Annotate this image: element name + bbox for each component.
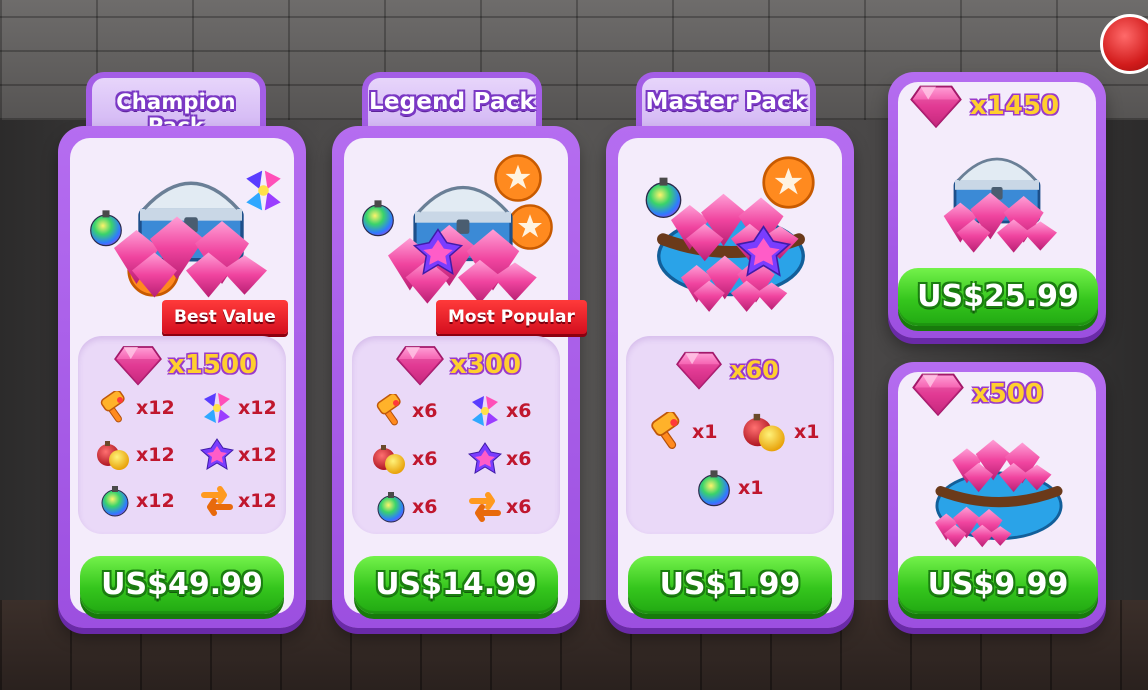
price-label: US$49.99 (101, 567, 263, 602)
gem-offer-buy-button[interactable]: US$25.99 (898, 268, 1098, 326)
rainbow-ball-icon (698, 469, 730, 507)
gem-icon (114, 346, 162, 386)
price-label: US$9.99 (927, 567, 1069, 602)
item-quantity: x6 (412, 448, 438, 470)
price-label: US$14.99 (375, 567, 537, 602)
item-quantity: x6 (506, 448, 532, 470)
price-label: US$25.99 (917, 279, 1079, 314)
master-pack-art (636, 150, 826, 315)
item-quantity: x12 (136, 397, 175, 419)
rainbow-ball-icon (377, 491, 405, 523)
master-pack-buy-button[interactable]: US$1.99 (628, 556, 832, 614)
item-quantity: x6 (506, 400, 532, 422)
champion-pack-art (86, 148, 286, 308)
rainbow-ball-icon (101, 485, 129, 517)
item-quantity: x6 (412, 496, 438, 518)
gem-quantity: x1450 (970, 91, 1060, 121)
rocket-icon (204, 393, 230, 423)
best-value-badge: Best Value (162, 300, 288, 334)
hammer-icon (649, 412, 682, 451)
gem-icon (912, 373, 964, 416)
master-pack-contents: x60 x1 x1 x1 (626, 336, 834, 534)
item-quantity: x1 (794, 421, 820, 443)
item-quantity: x1 (692, 421, 718, 443)
gem-chest-art (922, 126, 1072, 256)
champion-pack-buy-button[interactable]: US$49.99 (80, 556, 284, 614)
swap-icon (200, 484, 234, 518)
legend-pack-art (358, 148, 558, 308)
gem-sack-art (926, 420, 1072, 550)
bomb-icon (97, 441, 129, 470)
gem-quantity: x1500 (168, 350, 258, 380)
item-quantity: x6 (506, 496, 532, 518)
master-pack-tab: Master Pack (636, 72, 816, 130)
gem-quantity: x300 (450, 350, 522, 380)
pack-title: Master Pack (645, 89, 807, 115)
item-quantity: x12 (238, 490, 277, 512)
item-quantity: x1 (738, 477, 764, 499)
gem-quantity: x60 (730, 356, 779, 384)
item-quantity: x6 (412, 400, 438, 422)
champion-pack-tab: Champion Pack (86, 72, 266, 138)
bomb-icon (373, 445, 405, 474)
price-label: US$1.99 (659, 567, 801, 602)
gem-icon (910, 85, 962, 128)
legend-pack-buy-button[interactable]: US$14.99 (354, 556, 558, 614)
item-quantity: x12 (238, 444, 277, 466)
pack-title: Legend Pack (368, 89, 536, 115)
legend-pack-tab: Legend Pack (362, 72, 542, 130)
item-quantity: x12 (136, 490, 175, 512)
hammer-icon (375, 394, 403, 427)
item-quantity: x12 (238, 397, 277, 419)
legend-pack-contents: x300 x6 x6 x6 x6 x6 x6 (352, 336, 560, 534)
swap-icon (468, 490, 502, 524)
gem-offer-buy-button[interactable]: US$9.99 (898, 556, 1098, 614)
firework-icon (468, 442, 502, 474)
bomb-icon (743, 413, 785, 452)
firework-icon (200, 438, 234, 470)
gem-icon (396, 346, 444, 386)
most-popular-badge: Most Popular (436, 300, 587, 334)
item-quantity: x12 (136, 444, 175, 466)
rocket-icon (472, 396, 498, 426)
hammer-icon (99, 391, 127, 424)
gem-quantity: x500 (972, 379, 1044, 409)
champion-pack-contents: x1500 x12 x12 x12 x12 x12 x12 (78, 336, 286, 534)
gem-icon (676, 351, 722, 390)
